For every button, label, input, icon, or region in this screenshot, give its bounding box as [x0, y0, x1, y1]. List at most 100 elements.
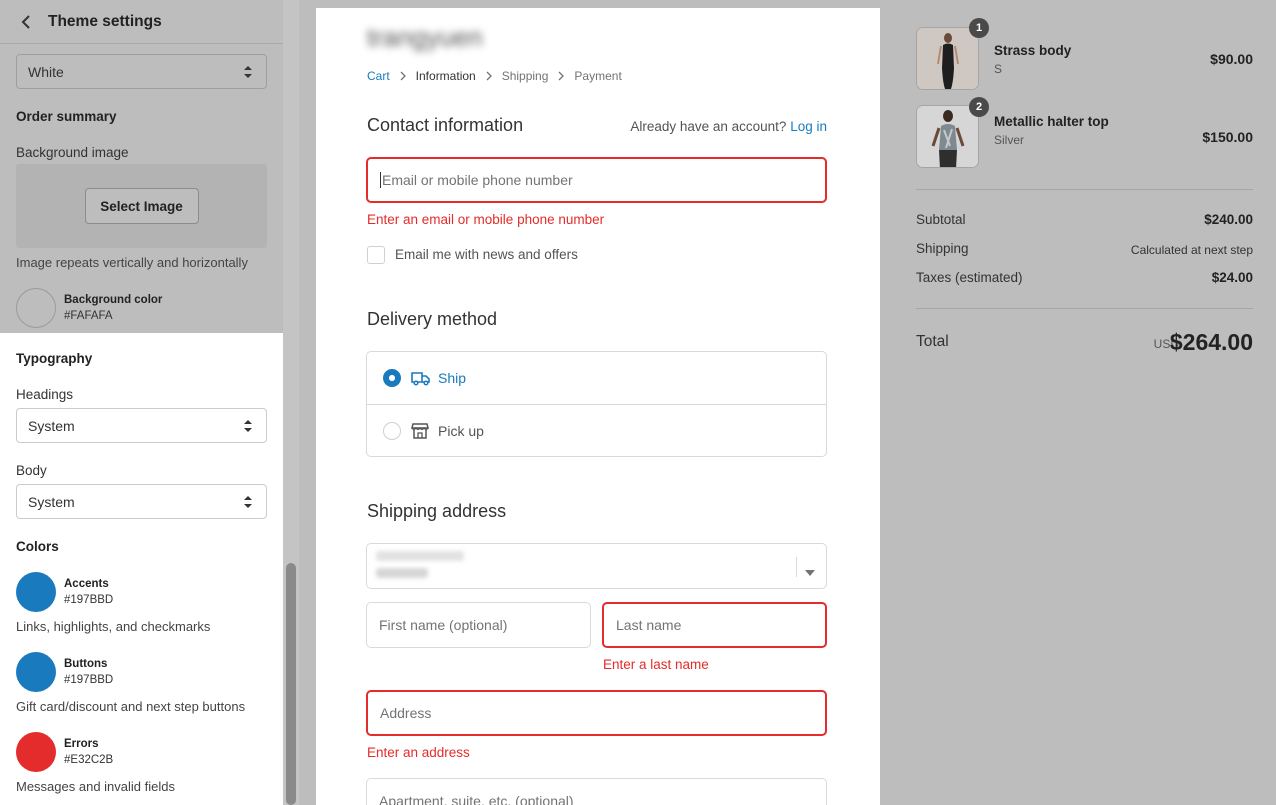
headings-label: Headings: [16, 387, 74, 402]
delivery-method-options: Ship Pick up: [366, 351, 827, 457]
email-error-message: Enter an email or mobile phone number: [367, 212, 605, 227]
breadcrumb-information: Information: [415, 69, 476, 83]
headings-font-select[interactable]: System: [16, 408, 267, 443]
pickup-radio[interactable]: [383, 421, 401, 440]
product-image-strass-body: [916, 27, 979, 90]
select-arrows-icon: [243, 495, 253, 512]
breadcrumb: Cart Information Shipping Payment: [367, 69, 622, 83]
theme-settings-sidebar: Theme settings White Order summary Backg…: [0, 0, 283, 805]
ship-radio[interactable]: [383, 369, 401, 387]
headings-font-value: System: [28, 417, 75, 434]
select-image-button[interactable]: Select Image: [84, 188, 199, 224]
email-placeholder: Email or mobile phone number: [382, 172, 573, 188]
colors-heading: Colors: [16, 539, 59, 554]
background-color-swatch[interactable]: [16, 288, 56, 328]
ship-label: Ship: [438, 370, 467, 386]
breadcrumb-payment[interactable]: Payment: [574, 69, 621, 83]
chevron-right-icon: [486, 71, 492, 81]
errors-color-hex: #E32C2B: [64, 754, 114, 766]
address-error-message: Enter an address: [367, 745, 470, 760]
background-select-value: White: [28, 63, 64, 80]
accents-color-description: Links, highlights, and checkmarks: [16, 619, 211, 634]
taxes-value: $24.00: [1211, 270, 1253, 285]
taxes-label: Taxes (estimated): [916, 270, 1023, 285]
buttons-color-swatch[interactable]: [16, 652, 56, 692]
total-label: Total: [916, 333, 949, 350]
summary-divider: [916, 308, 1253, 309]
newsletter-label[interactable]: Email me with news and offers: [395, 247, 578, 262]
product-name: Metallic halter top: [994, 114, 1109, 129]
address-placeholder: Address: [380, 705, 432, 721]
sidebar-scrollbar-thumb[interactable]: [286, 563, 296, 805]
accents-color-swatch[interactable]: [16, 572, 56, 612]
country-value-redacted: [376, 568, 428, 578]
background-image-dropzone: Select Image: [16, 164, 267, 248]
errors-color-name: Errors: [64, 738, 99, 750]
delivery-option-pickup[interactable]: Pick up: [367, 404, 826, 456]
body-font-select[interactable]: System: [16, 484, 267, 519]
first-name-field[interactable]: First name (optional): [366, 602, 591, 648]
quantity-badge: 1: [969, 18, 989, 38]
product-price: $90.00: [1210, 51, 1253, 67]
order-summary-heading: Order summary: [16, 109, 117, 124]
breadcrumb-cart[interactable]: Cart: [367, 69, 390, 83]
sidebar-header: Theme settings: [0, 0, 283, 44]
errors-color-swatch[interactable]: [16, 732, 56, 772]
delivery-method-heading: Delivery method: [367, 309, 498, 329]
background-select[interactable]: White: [16, 54, 267, 89]
background-color-hex: #FAFAFA: [64, 310, 113, 322]
country-label-redacted: [376, 551, 464, 561]
accents-color-hex: #197BBD: [64, 594, 114, 606]
apartment-placeholder: Apartment, suite, etc. (optional): [379, 793, 574, 805]
body-font-value: System: [28, 493, 75, 510]
last-name-field[interactable]: Last name: [602, 602, 827, 648]
newsletter-checkbox[interactable]: [367, 246, 385, 264]
total-amount: $264.00: [1169, 329, 1253, 355]
buttons-color-name: Buttons: [64, 658, 108, 670]
shipping-address-heading: Shipping address: [367, 501, 507, 521]
store-icon: [411, 421, 431, 441]
select-arrows-icon: [243, 65, 253, 82]
select-divider: [796, 557, 797, 577]
account-prompt-text: Already have an account?: [630, 119, 787, 134]
apartment-field[interactable]: Apartment, suite, etc. (optional): [366, 778, 827, 805]
shipping-label: Shipping: [916, 241, 969, 256]
subtotal-value: $240.00: [1204, 212, 1253, 227]
product-variant: S: [994, 62, 1003, 76]
buttons-color-description: Gift card/discount and next step buttons: [16, 699, 246, 714]
checkout-preview: trangyuen Cart Information Shipping Paym…: [316, 8, 880, 805]
sidebar-title: Theme settings: [48, 12, 162, 30]
shipping-value: Calculated at next step: [1130, 243, 1253, 257]
select-arrows-icon: [243, 419, 253, 436]
store-name-logo: trangyuen: [367, 22, 483, 52]
last-name-error-message: Enter a last name: [603, 657, 709, 672]
last-name-placeholder: Last name: [616, 617, 682, 633]
breadcrumb-shipping[interactable]: Shipping: [502, 69, 549, 83]
contact-information-heading: Contact information: [367, 115, 524, 135]
accents-color-name: Accents: [64, 578, 109, 590]
text-caret: [380, 172, 381, 188]
quantity-badge: 2: [969, 97, 989, 117]
email-field[interactable]: Email or mobile phone number: [366, 157, 827, 203]
chevron-right-icon: [558, 71, 565, 81]
chevron-right-icon: [400, 71, 406, 81]
typography-heading: Typography: [16, 351, 93, 366]
background-color-name: Background color: [64, 294, 163, 306]
image-help-text: Image repeats vertically and horizontall…: [16, 255, 248, 270]
login-link[interactable]: Log in: [790, 119, 827, 134]
product-price: $150.00: [1202, 129, 1253, 145]
country-select[interactable]: [366, 543, 827, 589]
summary-divider: [916, 189, 1253, 190]
subtotal-label: Subtotal: [916, 212, 966, 227]
product-image-metallic-halter-top: [916, 105, 979, 168]
errors-color-description: Messages and invalid fields: [16, 779, 175, 794]
account-prompt: Already have an account? Log in: [630, 119, 827, 134]
delivery-option-ship[interactable]: Ship: [367, 352, 826, 404]
body-label: Body: [16, 463, 47, 478]
order-summary-panel: 1 Strass body S $90.00 2 Metallic halter…: [880, 0, 1276, 805]
product-name: Strass body: [994, 43, 1072, 58]
product-variant: Silver: [994, 133, 1025, 147]
back-arrow-icon[interactable]: [18, 14, 34, 30]
chevron-down-icon: [805, 563, 815, 581]
address-field[interactable]: Address: [366, 690, 827, 736]
